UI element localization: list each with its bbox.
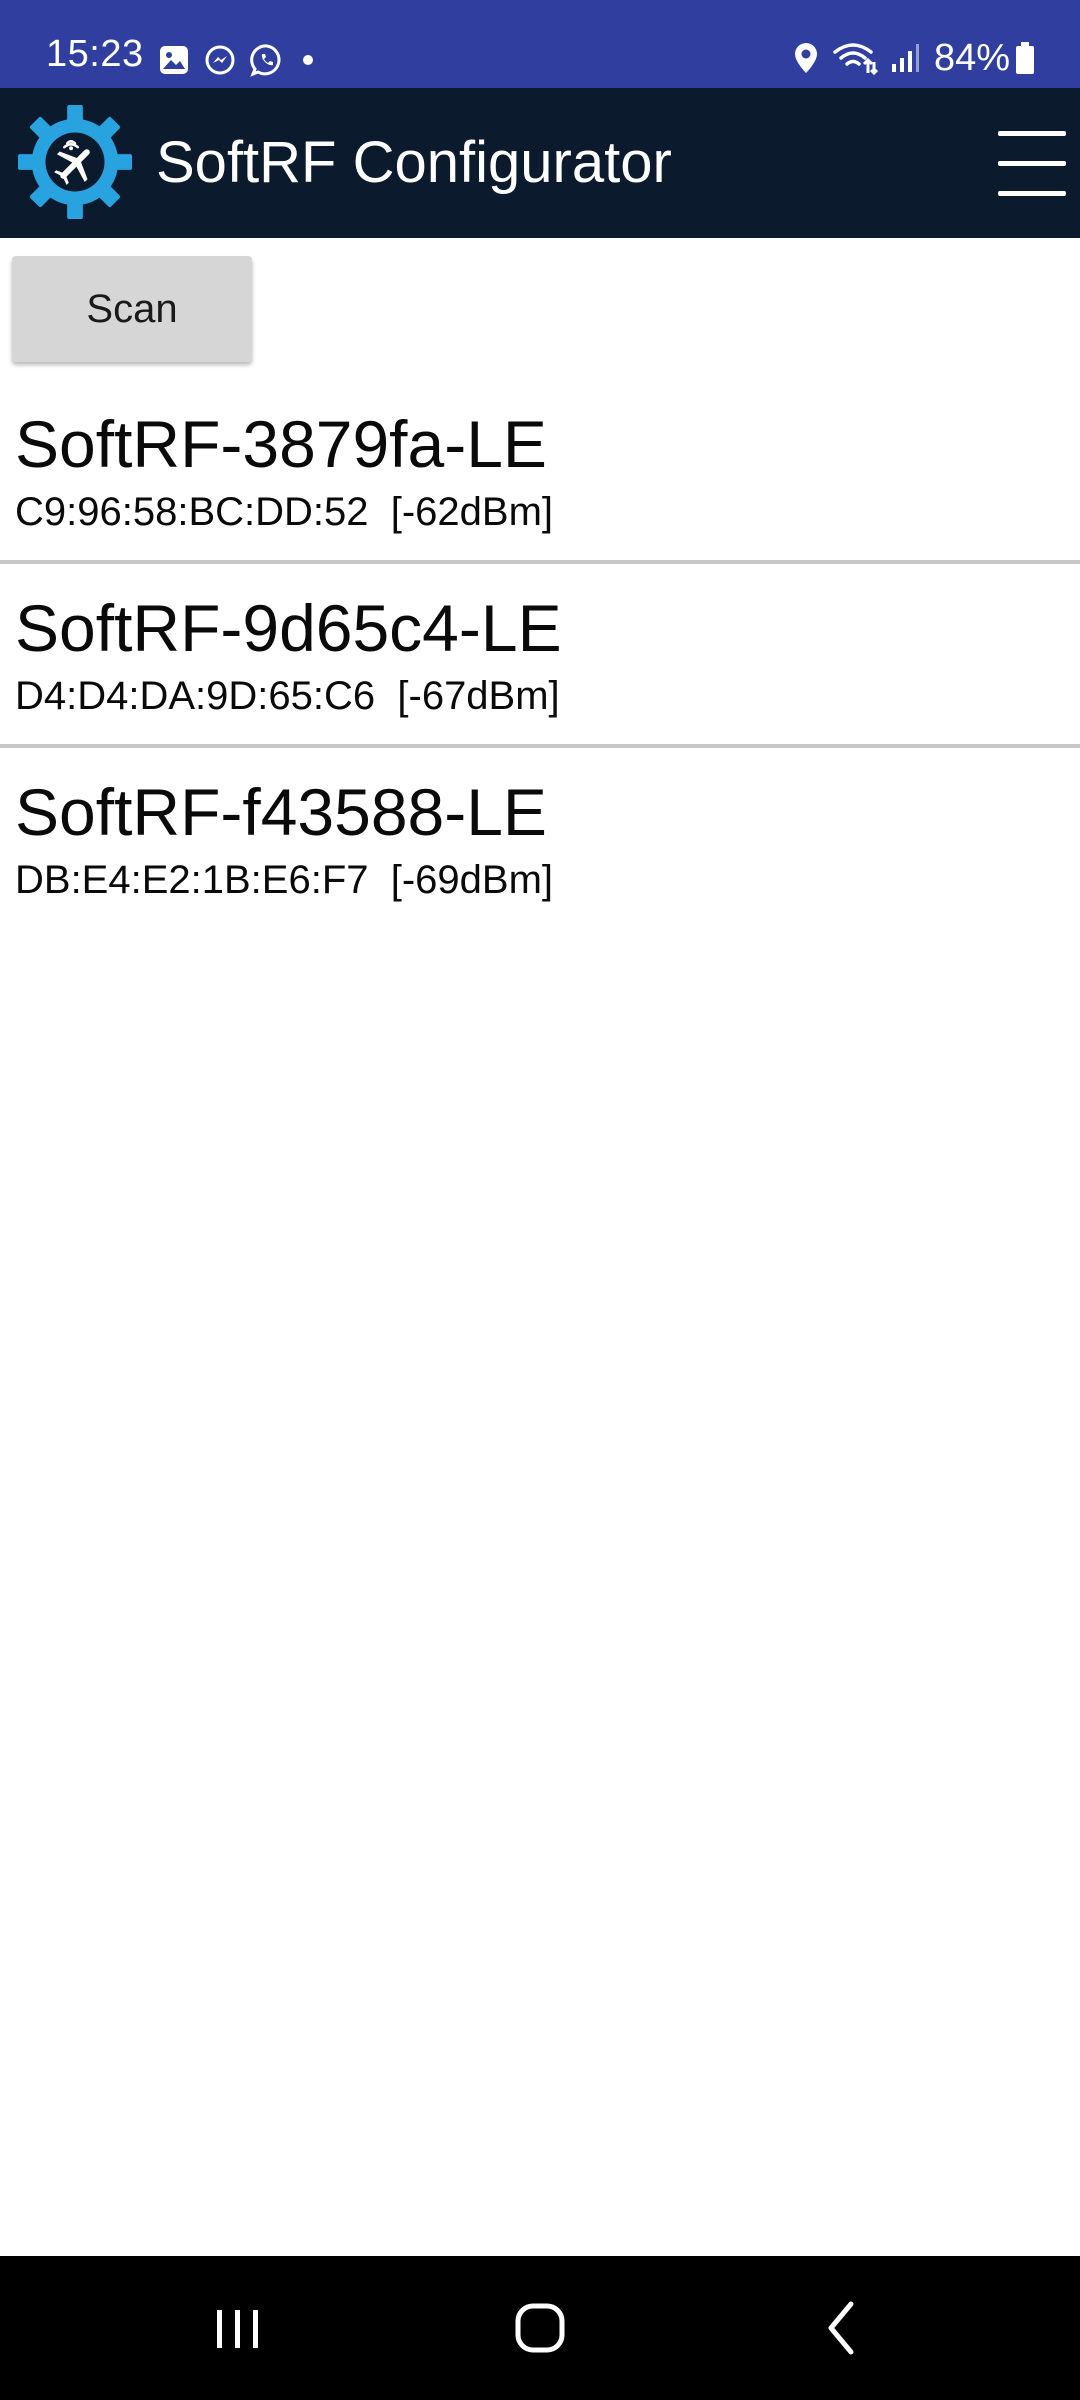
recents-icon[interactable] — [193, 2286, 283, 2370]
whatsapp-icon — [250, 44, 281, 77]
status-bar: 15:23 84% — [0, 0, 1080, 88]
device-name: SoftRF-9d65c4-LE — [15, 591, 562, 665]
device-address-rssi: DB:E4:E2:1B:E6:F7 [-69dBm] — [15, 858, 554, 902]
gallery-icon — [160, 46, 188, 74]
hamburger-menu-icon[interactable] — [998, 129, 1066, 197]
app-title: SoftRF Configurator — [156, 130, 672, 195]
messenger-icon — [205, 45, 235, 75]
gear-airplane-icon — [17, 104, 133, 220]
device-address-rssi: D4:D4:DA:9D:65:C6 [-67dBm] — [15, 674, 560, 718]
battery-icon — [1016, 42, 1034, 74]
notification-dot-icon — [303, 55, 313, 65]
notification-icons — [158, 40, 332, 80]
scan-button[interactable]: Scan — [12, 256, 252, 362]
home-icon[interactable] — [495, 2286, 585, 2370]
device-list-item[interactable]: SoftRF-3879fa-LE C9:96:58:BC:DD:52 [-62d… — [0, 380, 1080, 560]
navigation-bar — [0, 2256, 1080, 2400]
system-status-icons: 84% — [780, 36, 1036, 80]
screen: 15:23 84% SoftRF Configurator Scan SoftR… — [0, 0, 1080, 2400]
back-icon[interactable] — [797, 2286, 887, 2370]
location-icon — [794, 43, 817, 73]
wifi-icon — [833, 43, 878, 76]
device-name: SoftRF-f43588-LE — [15, 775, 547, 849]
device-address-rssi: C9:96:58:BC:DD:52 [-62dBm] — [15, 490, 554, 534]
signal-icon — [891, 44, 919, 72]
battery-percent: 84% — [933, 37, 1010, 79]
device-list-item[interactable]: SoftRF-f43588-LE DB:E4:E2:1B:E6:F7 [-69d… — [0, 748, 1080, 928]
device-list-item[interactable]: SoftRF-9d65c4-LE D4:D4:DA:9D:65:C6 [-67d… — [0, 564, 1080, 744]
status-time: 15:23 — [46, 33, 144, 75]
device-list: SoftRF-3879fa-LE C9:96:58:BC:DD:52 [-62d… — [0, 380, 1080, 928]
app-bar: SoftRF Configurator — [0, 88, 1080, 238]
device-name: SoftRF-3879fa-LE — [15, 407, 547, 481]
